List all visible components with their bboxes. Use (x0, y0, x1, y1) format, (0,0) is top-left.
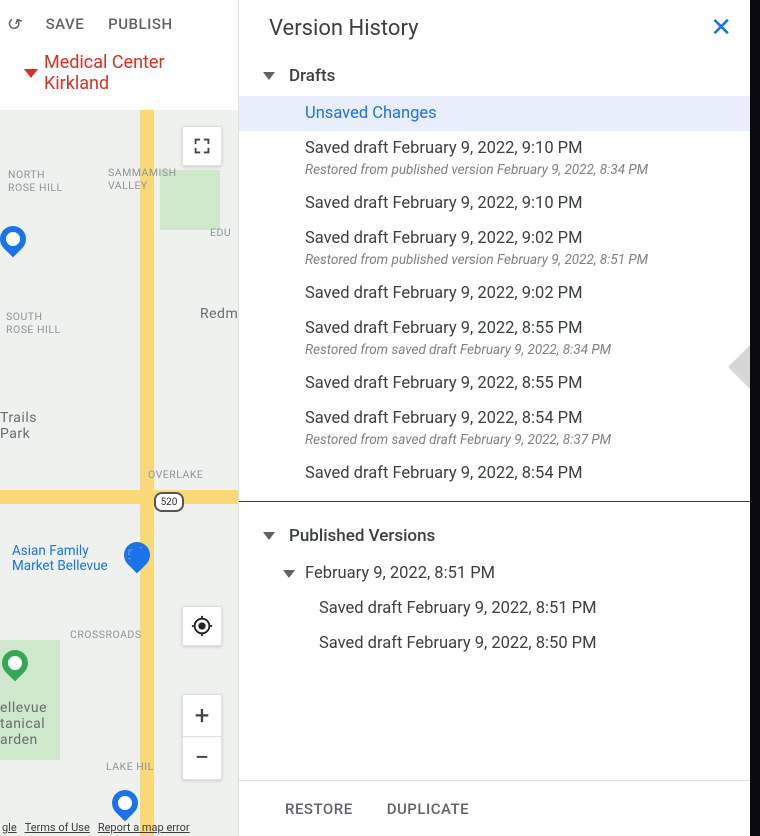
version-item[interactable]: Saved draft February 9, 2022, 8:50 PM (239, 626, 750, 661)
version-item[interactable]: Saved draft February 9, 2022, 8:54 PM (239, 456, 750, 491)
right-gutter (750, 0, 760, 836)
map-poi-label: Asian Family Market Bellevue (12, 544, 108, 574)
chevron-down-icon (263, 532, 275, 540)
map-label: OVERLAKE (148, 468, 203, 481)
chevron-down-icon (283, 570, 295, 578)
map-label: NORTH ROSE HILL (8, 168, 63, 194)
redo-icon: ↻ (3, 11, 25, 36)
terms-of-use-link[interactable]: Terms of Use (25, 821, 90, 834)
version-item-note: Restored from published version February… (305, 162, 730, 178)
version-item[interactable]: Saved draft February 9, 2022, 9:10 PMRes… (239, 131, 750, 186)
drafts-section-label: Drafts (289, 66, 335, 86)
map-canvas[interactable]: NORTH ROSE HILL SAMMAMISH VALLEY EDU SOU… (0, 110, 238, 836)
chevron-down-icon (263, 72, 275, 80)
fullscreen-icon (191, 135, 213, 157)
fullscreen-button[interactable] (182, 126, 222, 166)
close-button[interactable]: ✕ (710, 13, 732, 43)
map-label: CROSSROADS (70, 628, 142, 641)
drafts-section-header[interactable]: Drafts (239, 56, 750, 96)
map-pin[interactable] (119, 537, 156, 574)
panel-footer: RESTORE DUPLICATE (239, 780, 750, 836)
panel-body[interactable]: Drafts Unsaved ChangesSaved draft Februa… (239, 56, 750, 780)
map-label: ellevue tanical arden (0, 700, 47, 748)
version-history-panel: Version History ✕ Drafts Unsaved Changes… (238, 0, 750, 836)
version-item[interactable]: Unsaved Changes (239, 96, 750, 131)
map-label: EDU (210, 226, 231, 239)
duplicate-button[interactable]: DUPLICATE (387, 800, 469, 818)
version-item[interactable]: Saved draft February 9, 2022, 8:54 PMRes… (239, 401, 750, 456)
version-item[interactable]: Saved draft February 9, 2022, 9:10 PM (239, 186, 750, 221)
publish-button[interactable]: PUBLISH (108, 15, 172, 33)
version-item[interactable]: Saved draft February 9, 2022, 9:02 PM (239, 276, 750, 311)
place-title-row[interactable]: Medical Center Kirkland (0, 48, 225, 100)
panel-header: Version History ✕ (239, 0, 750, 56)
map-label: LAKE HIL (106, 760, 154, 773)
map-footer-links: gle Terms of Use Report a map error (0, 821, 190, 834)
version-item[interactable]: Saved draft February 9, 2022, 8:55 PM (239, 366, 750, 401)
restore-button[interactable]: RESTORE (285, 800, 353, 818)
version-item[interactable]: Saved draft February 9, 2022, 8:55 PMRes… (239, 311, 750, 366)
version-item[interactable]: Saved draft February 9, 2022, 9:02 PMRes… (239, 221, 750, 276)
zoom-out-button[interactable]: − (183, 737, 221, 779)
published-group-title: February 9, 2022, 8:51 PM (305, 564, 495, 583)
map-pin[interactable] (0, 645, 33, 682)
panel-title: Version History (269, 16, 419, 41)
version-item-note: Restored from saved draft February 9, 20… (305, 342, 730, 358)
target-icon (191, 615, 213, 637)
map-attribution-partial[interactable]: gle (2, 821, 17, 834)
caret-down-icon (24, 69, 38, 78)
report-error-link[interactable]: Report a map error (98, 821, 190, 834)
map-label: Redm (200, 306, 238, 322)
drafts-list: Unsaved ChangesSaved draft February 9, 2… (239, 96, 750, 491)
locate-me-button[interactable] (182, 606, 222, 646)
map-label: Trails Park (0, 410, 37, 442)
version-item-note: Restored from published version February… (305, 252, 730, 268)
published-list: Saved draft February 9, 2022, 8:51 PMSav… (239, 591, 750, 661)
map-pin[interactable] (0, 221, 31, 258)
published-section-header[interactable]: Published Versions (239, 516, 750, 556)
section-divider (239, 501, 750, 502)
place-title: Medical Center Kirkland (44, 52, 225, 94)
save-button[interactable]: SAVE (46, 15, 85, 33)
zoom-in-button[interactable]: + (183, 695, 221, 737)
version-item-note: Restored from saved draft February 9, 20… (305, 432, 730, 448)
map-label: SOUTH ROSE HILL (6, 310, 61, 336)
redo-button[interactable]: ↻ (6, 14, 22, 35)
map-pin[interactable] (107, 785, 144, 822)
published-group[interactable]: February 9, 2022, 8:51 PM (239, 556, 750, 591)
version-item[interactable]: Saved draft February 9, 2022, 8:51 PM (239, 591, 750, 626)
zoom-control: + − (182, 694, 222, 780)
route-shield: 520 (154, 492, 184, 512)
map-label: SAMMAMISH VALLEY (108, 166, 177, 192)
published-section-label: Published Versions (289, 526, 435, 546)
